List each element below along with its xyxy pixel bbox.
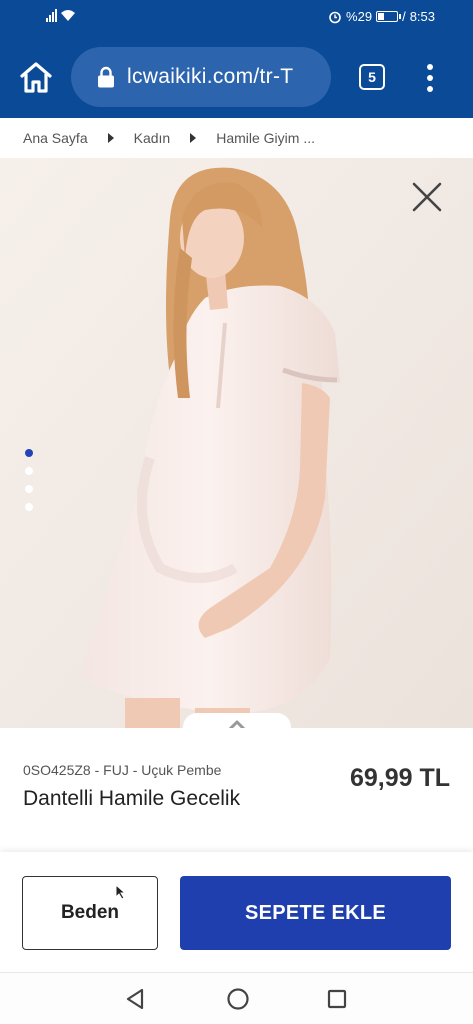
lock-icon — [98, 66, 114, 88]
breadcrumb: Ana Sayfa Kadın Hamile Giyim ... — [0, 118, 473, 158]
chevron-up-icon — [228, 720, 246, 728]
gallery-dot[interactable] — [25, 503, 33, 511]
url-text: lcwaikiki.com/tr-T — [127, 65, 294, 88]
product-image-gallery[interactable] — [0, 158, 473, 728]
product-sku: 0SO425Z8 - FUJ - Uçuk Pembe — [23, 762, 222, 778]
recent-apps-icon[interactable] — [327, 989, 347, 1009]
status-right: %29 / 8:53 — [328, 9, 435, 24]
product-price: 69,99 TL — [349, 764, 450, 792]
wifi-icon — [61, 10, 75, 21]
breadcrumb-maternity[interactable]: Hamile Giyim ... — [216, 130, 315, 146]
browser-toolbar: lcwaikiki.com/tr-T 5 — [0, 36, 473, 118]
close-icon[interactable] — [410, 180, 444, 214]
address-bar[interactable]: lcwaikiki.com/tr-T — [71, 47, 331, 107]
status-bar: %29 / 8:53 — [0, 0, 473, 36]
breadcrumb-women[interactable]: Kadın — [134, 130, 171, 146]
signal-icon — [46, 9, 57, 22]
battery-percent: %29 — [346, 9, 373, 24]
product-photo — [0, 158, 473, 728]
gallery-pagination — [25, 449, 33, 511]
overflow-menu-icon[interactable] — [420, 62, 440, 94]
breadcrumb-home[interactable]: Ana Sayfa — [23, 130, 88, 146]
home-icon[interactable] — [18, 60, 54, 94]
size-select-button[interactable]: Beden — [22, 876, 158, 950]
battery-icon — [376, 11, 402, 22]
breadcrumb-arrow-icon — [190, 133, 197, 143]
system-navigation-bar — [0, 972, 473, 1024]
breadcrumb-arrow-icon — [107, 133, 114, 143]
gallery-dot[interactable] — [25, 467, 33, 475]
home-circle-icon[interactable] — [226, 987, 250, 1011]
back-icon[interactable] — [124, 987, 146, 1011]
purchase-actions: Beden SEPETE EKLE — [0, 852, 473, 972]
product-info: 0SO425Z8 - FUJ - Uçuk Pembe Dantelli Ham… — [0, 728, 473, 852]
status-separator: / — [402, 9, 406, 24]
expand-details-button[interactable] — [183, 713, 291, 728]
tab-switcher-button[interactable]: 5 — [359, 64, 385, 90]
mouse-cursor-icon — [115, 884, 127, 900]
gallery-dot[interactable] — [25, 485, 33, 493]
add-to-cart-button[interactable]: SEPETE EKLE — [180, 876, 451, 950]
gallery-dot[interactable] — [25, 449, 33, 457]
alarm-icon — [329, 11, 341, 23]
connectivity-indicators — [46, 9, 76, 22]
product-name: Dantelli Hamile Gecelik — [23, 787, 241, 810]
clock: 8:53 — [409, 9, 435, 24]
